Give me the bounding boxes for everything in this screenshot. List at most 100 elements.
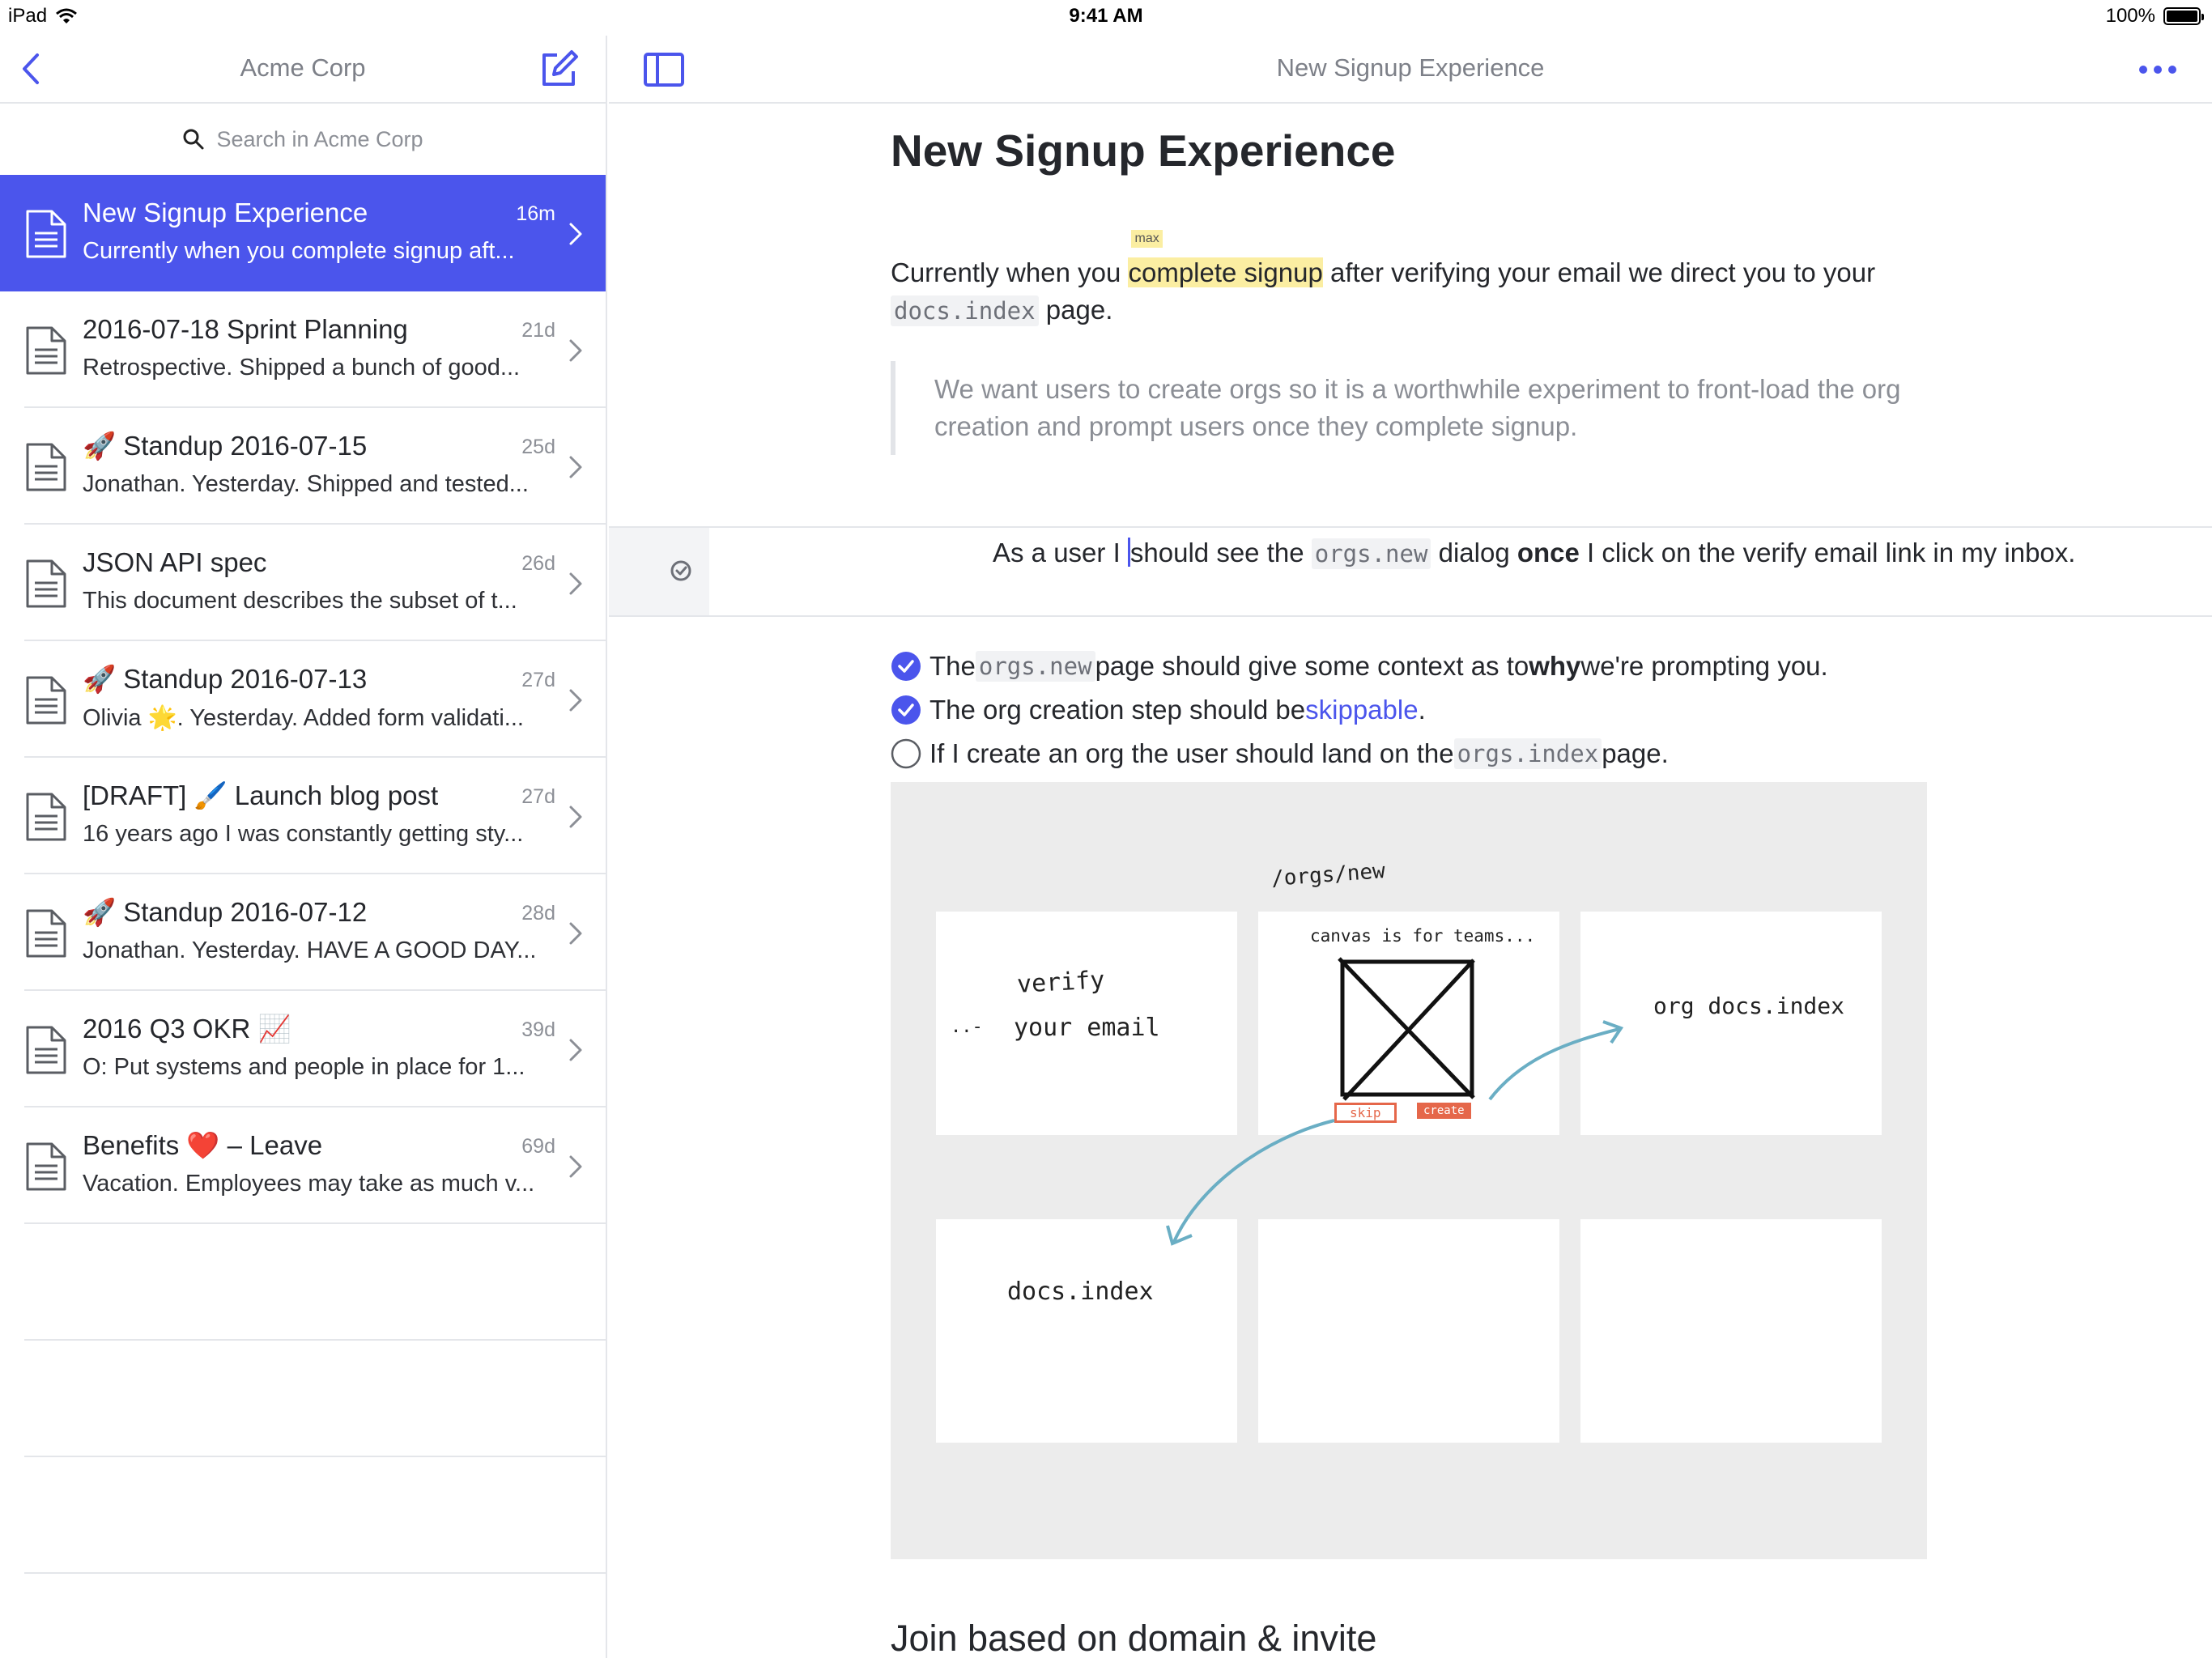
chevron-right-icon (569, 339, 582, 362)
search-bar[interactable]: Search in Acme Corp (0, 104, 606, 175)
document-list-item[interactable]: JSON API spec 26d This document describes … (0, 525, 606, 641)
document-age: 27d (521, 669, 555, 691)
battery-icon (2163, 7, 2204, 25)
inline-link[interactable]: skippable (1305, 695, 1418, 725)
document-age: 27d (521, 785, 555, 808)
document-icon (26, 1142, 66, 1191)
task-checklist: The orgs.new page should give some conte… (891, 644, 2024, 776)
chevron-right-icon (569, 456, 582, 478)
document-age: 16m (516, 202, 555, 225)
document-snippet: Olivia 🌟. Yesterday. Added form validati… (83, 705, 524, 731)
intro-text: page. (1038, 295, 1113, 325)
compose-icon[interactable] (536, 47, 581, 92)
check-circle-icon[interactable] (669, 559, 693, 583)
empty-row (0, 1457, 606, 1574)
document-snippet: Jonathan. Yesterday. HAVE A GOOD DAY... (83, 937, 537, 963)
unchecked-circle-icon[interactable] (891, 738, 921, 769)
story-text: dialog (1431, 538, 1517, 568)
clock: 9:41 AM (1069, 5, 1143, 27)
blockquote-text: We want users to create orgs so it is a … (934, 374, 1901, 441)
document-snippet: This document describes the subset of t.… (83, 588, 517, 614)
document-list-item[interactable]: Benefits ❤️ – Leave 69d Vacation. Employee… (0, 1107, 606, 1224)
checklist-text: page should give some context as to (1095, 651, 1529, 681)
checked-circle-icon[interactable] (891, 695, 921, 725)
chevron-right-icon (569, 1155, 582, 1178)
checklist-item[interactable]: If I create an org the user should land … (891, 732, 2024, 776)
inline-code: orgs.new (975, 651, 1095, 682)
document-header-title: New Signup Experience (1276, 53, 1545, 82)
bold-text: why (1529, 651, 1581, 681)
checklist-text: The org creation step should be (929, 695, 1306, 725)
document-title: Benefits ❤️ – Leave (83, 1130, 323, 1160)
user-story-text[interactable]: As a user I should see the orgs.new dial… (993, 534, 2078, 572)
document-icon (26, 793, 66, 841)
document-list-item[interactable]: 2016-07-18 Sprint Planning 21d Retrospecti… (0, 291, 606, 408)
empty-row (0, 1224, 606, 1341)
document-title[interactable]: New Signup Experience (891, 125, 1396, 176)
comment-gutter (609, 528, 709, 615)
sketch-arrows (1166, 1020, 1624, 1246)
document-snippet: Retrospective. Shipped a bunch of good..… (83, 355, 521, 380)
document-icon (26, 909, 66, 958)
document-list: New Signup Experience 16m Currently when y… (0, 175, 606, 1224)
document-pane: New Signup Experience New Signup Experie… (609, 36, 2212, 1658)
document-list-item[interactable]: 🚀 Standup 2016-07-13 27d Olivia 🌟. Yesterd… (0, 641, 606, 758)
search-icon (183, 129, 204, 150)
document-age: 25d (521, 436, 555, 458)
empty-row (0, 1341, 606, 1457)
document-header: New Signup Experience (609, 36, 2212, 104)
inline-code: orgs.index (1453, 738, 1602, 769)
document-list-item[interactable]: 🚀 Standup 2016-07-12 28d Jonathan. Yesterd… (0, 874, 606, 991)
document-age: 39d (521, 1018, 555, 1041)
document-icon (26, 1026, 66, 1074)
document-sidebar: Acme Corp Search in Acme Corp New Signup… (0, 36, 607, 1658)
checklist-item[interactable]: The org creation step should be skippabl… (891, 688, 2024, 732)
document-list-item[interactable]: New Signup Experience 16m Currently when y… (0, 175, 606, 291)
inline-code: docs.index (891, 295, 1039, 326)
chevron-right-icon (569, 572, 582, 595)
highlighted-text[interactable]: max complete signup (1128, 230, 1323, 287)
intro-paragraph[interactable]: Currently when you max complete signup af… (891, 230, 1927, 329)
checklist-text: If I create an org the user should land … (929, 738, 1454, 768)
document-age: 26d (521, 552, 555, 575)
intro-text: after verifying your email we direct you… (1322, 257, 1876, 287)
document-snippet: O: Put systems and people in place for 1… (83, 1054, 525, 1080)
document-title: JSON API spec (83, 547, 267, 577)
chevron-right-icon (569, 1039, 582, 1061)
document-icon (26, 210, 66, 258)
document-title: 🚀 Standup 2016-07-12 (83, 897, 368, 927)
inline-code: orgs.new (1311, 538, 1431, 569)
document-icon (26, 443, 66, 491)
status-bar: iPad 9:41 AM 100% (0, 0, 2212, 36)
highlight-text: complete signup (1128, 257, 1323, 287)
checklist-text: . (1418, 695, 1426, 725)
checklist-item[interactable]: The orgs.new page should give some conte… (891, 644, 2024, 688)
document-icon (26, 326, 66, 375)
document-title: 2016-07-18 Sprint Planning (83, 314, 408, 344)
document-list-item[interactable]: 🚀 Standup 2016-07-15 25d Jonathan. Yesterd… (0, 408, 606, 525)
intro-text: Currently when you (891, 257, 1129, 287)
highlight-tag: max (1131, 230, 1163, 248)
story-text: should see the (1129, 538, 1312, 568)
blockquote[interactable]: We want users to create orgs so it is a … (891, 361, 1927, 455)
document-age: 21d (521, 319, 555, 342)
section-heading[interactable]: Join based on domain & invite (891, 1618, 1376, 1658)
document-age: 69d (521, 1135, 555, 1158)
sidebar-header: Acme Corp (0, 36, 606, 104)
document-list-item[interactable]: 2016 Q3 OKR 📈 39d O: Put systems and peopl… (0, 991, 606, 1107)
document-icon (26, 676, 66, 725)
checked-circle-icon[interactable] (891, 651, 921, 682)
bold-text: once (1516, 538, 1580, 568)
document-title: 🚀 Standup 2016-07-15 (83, 431, 368, 461)
more-options-icon[interactable] (2138, 60, 2178, 79)
document-snippet: Currently when you complete signup aft..… (83, 238, 515, 264)
active-comment-block[interactable]: As a user I should see the orgs.new dial… (609, 526, 2212, 617)
document-list-item[interactable]: [DRAFT] 🖌️ Launch blog post 27d 16 years a… (0, 758, 606, 874)
chevron-right-icon (569, 922, 582, 945)
document-icon (26, 559, 66, 608)
document-snippet: Jonathan. Yesterday. Shipped and tested.… (83, 471, 529, 497)
wireframe-sketch-image: /orgs/new ..- verify your email canvas i… (891, 782, 1927, 1559)
document-title: 2016 Q3 OKR 📈 (83, 1014, 291, 1044)
story-text: As a user I (993, 538, 1128, 568)
checklist-text: we're prompting you. (1580, 651, 1828, 681)
